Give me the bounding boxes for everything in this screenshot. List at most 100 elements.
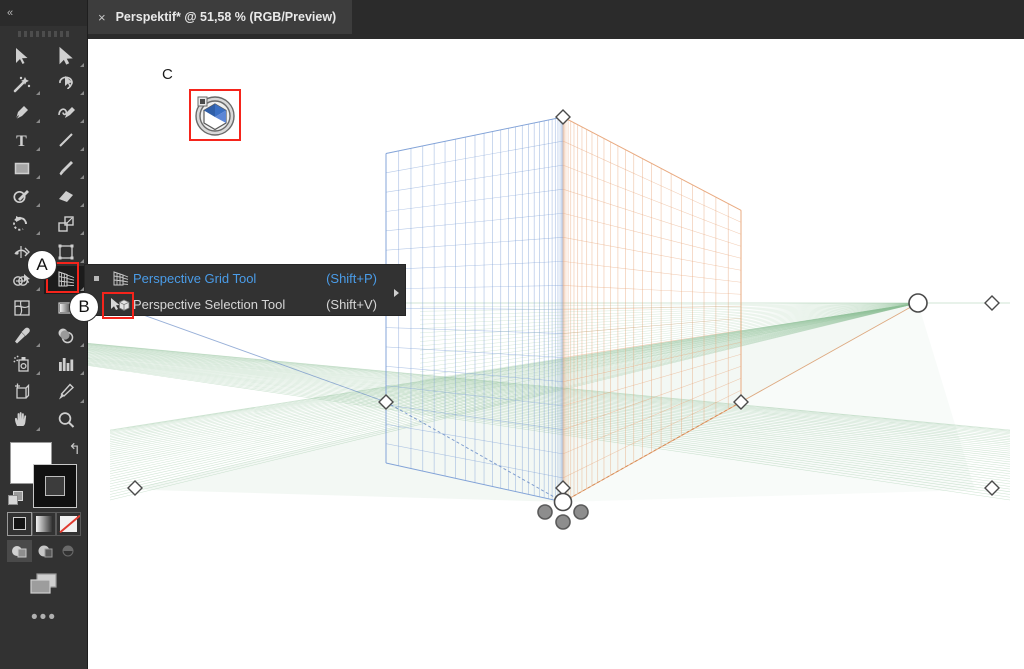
tool-flyout-corner-icon [80, 259, 84, 263]
tool-flyout-corner-icon [36, 287, 40, 291]
selection-tool-icon [16, 48, 28, 64]
column-graph-tool-icon [59, 358, 74, 371]
tool-flyout-corner-icon [80, 63, 84, 67]
tool-flyout-corner-icon [36, 175, 40, 179]
tool-mesh-tool[interactable] [0, 294, 44, 322]
tool-flyout-corner-icon [36, 343, 40, 347]
tool-direct-selection-tool[interactable] [44, 42, 88, 70]
direct-selection-tool-icon [59, 46, 73, 65]
swap-fill-stroke-icon[interactable]: ↰ [68, 440, 81, 458]
tool-symbol-sprayer-tool[interactable] [0, 350, 44, 378]
flyout-tearoff-arrow-icon[interactable] [394, 289, 399, 297]
document-tab-title: Perspektif* @ 51,58 % (RGB/Preview) [115, 10, 337, 24]
tool-type-tool[interactable]: T [0, 126, 44, 154]
tool-pen-tool[interactable] [0, 98, 44, 126]
tool-flyout-corner-icon [36, 203, 40, 207]
tool-paintbrush-tool[interactable] [44, 154, 88, 182]
tool-rotate-tool[interactable] [0, 210, 44, 238]
tool-column-graph-tool[interactable] [44, 350, 88, 378]
tool-flyout-corner-icon [80, 175, 84, 179]
tool-lasso-tool[interactable] [44, 70, 88, 98]
tool-curvature-tool[interactable] [44, 98, 88, 126]
tool-scale-tool[interactable] [44, 210, 88, 238]
tool-artboard-tool[interactable] [0, 378, 44, 406]
grid-handle-right-horizon[interactable] [984, 295, 1000, 311]
menu-item-perspective-selection-tool[interactable]: Perspective Selection Tool (Shift+V) [85, 291, 405, 317]
line-segment-tool-icon [59, 133, 73, 147]
blend-tool-icon [58, 328, 74, 344]
tool-shaper-tool[interactable] [0, 182, 44, 210]
eyedropper-tool-icon [15, 327, 30, 344]
tool-hand-tool[interactable] [0, 406, 44, 434]
svg-text:T: T [16, 133, 27, 150]
tool-selection-tool[interactable] [0, 42, 44, 70]
draw-inside-mode-button[interactable] [56, 540, 81, 562]
annotation-badge-b: B [69, 292, 99, 322]
menu-item-perspective-grid-tool[interactable]: Perspective Grid Tool (Shift+P) [85, 265, 405, 291]
tool-flyout-menu[interactable]: Perspective Grid Tool (Shift+P) Perspect… [84, 264, 406, 316]
tool-flyout-corner-icon [80, 231, 84, 235]
menu-shortcut-perspective-grid-tool: (Shift+P) [326, 270, 377, 286]
right-vanishing-point-handle[interactable] [908, 293, 928, 313]
stroke-color-swatch[interactable] [33, 464, 77, 508]
type-tool-icon: T [16, 133, 27, 150]
perspective-selection-tool-icon [107, 297, 133, 312]
tool-flyout-corner-icon [36, 119, 40, 123]
shaper-tool-icon [13, 190, 29, 204]
zoom-tool-icon [58, 412, 75, 428]
collapse-panel-icon[interactable]: « [7, 7, 14, 19]
tool-flyout-corner-icon [36, 427, 40, 431]
lasso-tool-icon [59, 76, 73, 90]
tools-panel-grip[interactable] [0, 26, 87, 42]
station-point-handle[interactable] [553, 492, 573, 512]
menu-label-perspective-grid-tool: Perspective Grid Tool [133, 270, 257, 286]
tool-flyout-corner-icon [80, 343, 84, 347]
tool-flyout-corner-icon [36, 231, 40, 235]
tool-magic-wand-tool[interactable] [0, 70, 44, 98]
tools-panel: « T ↰ ••• [0, 0, 88, 669]
tools-panel-header: « [0, 0, 87, 26]
tool-zoom-tool[interactable] [44, 406, 88, 434]
tool-rectangle-tool[interactable] [0, 154, 44, 182]
more-tools-button[interactable]: ••• [0, 605, 88, 631]
tool-flyout-corner-icon [80, 203, 84, 207]
draw-behind-mode-button[interactable] [32, 540, 57, 562]
menu-shortcut-perspective-selection-tool: (Shift+V) [326, 296, 377, 312]
grid-cell-handle-bottom[interactable] [555, 514, 571, 530]
none-fill-button[interactable] [56, 512, 82, 536]
fill-mode-row [7, 512, 82, 536]
tool-flyout-corner-icon [80, 371, 84, 375]
tool-flyout-corner-icon [80, 399, 84, 403]
annotation-badge-a: A [27, 250, 57, 280]
tool-eyedropper-tool[interactable] [0, 322, 44, 350]
plane-switching-widget[interactable] [189, 89, 241, 141]
document-tab[interactable]: × Perspektif* @ 51,58 % (RGB/Preview) [88, 0, 353, 34]
change-screen-mode-button[interactable] [0, 568, 88, 598]
tool-slice-tool[interactable] [44, 378, 88, 406]
tool-eraser-tool[interactable] [44, 182, 88, 210]
illustrator-window: C × Perspektif* @ 51,58 % (RGB/Preview) … [0, 0, 1024, 669]
gradient-fill-button[interactable] [31, 512, 57, 536]
color-fill-button[interactable] [7, 512, 32, 536]
normal-draw-mode-button[interactable] [7, 540, 32, 562]
close-icon[interactable]: × [98, 11, 106, 24]
rotate-tool-icon [13, 216, 27, 231]
scale-tool-icon [58, 216, 74, 232]
free-transform-tool-icon [58, 244, 74, 260]
tool-flyout-corner-icon [80, 119, 84, 123]
tool-flyout-corner-icon [36, 91, 40, 95]
grid-cell-handle-right[interactable] [573, 504, 589, 520]
selected-bullet-icon [85, 275, 107, 281]
mesh-tool-icon [14, 300, 30, 316]
eraser-tool-icon [59, 191, 73, 202]
perspective-grid-tool-icon [58, 271, 75, 287]
document-tab-bar: × Perspektif* @ 51,58 % (RGB/Preview) [88, 0, 1024, 34]
paintbrush-tool-icon [59, 161, 73, 176]
artboard-canvas[interactable] [88, 39, 1024, 669]
tool-line-segment-tool[interactable] [44, 126, 88, 154]
tool-flyout-corner-icon [80, 91, 84, 95]
tool-flyout-corner-icon [36, 371, 40, 375]
default-fill-stroke-icon[interactable] [8, 491, 24, 507]
tool-blend-tool[interactable] [44, 322, 88, 350]
grid-cell-handle-left[interactable] [537, 504, 553, 520]
